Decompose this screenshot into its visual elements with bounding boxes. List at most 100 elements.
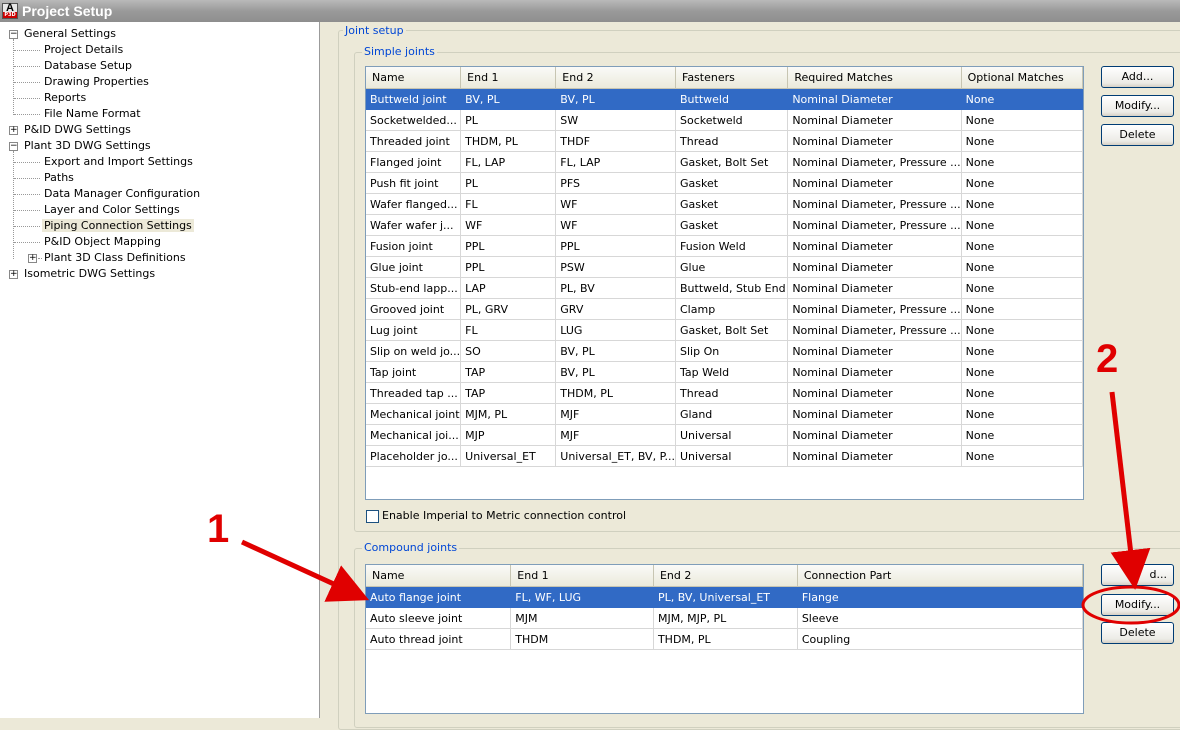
- simple_joints-cell: None: [961, 382, 1083, 404]
- compound-add-button[interactable]: d...: [1101, 564, 1174, 586]
- tree-item-label: File Name Format: [44, 107, 141, 120]
- simple_joints-cell: Gland: [675, 403, 789, 425]
- simple_joints-row[interactable]: Mechanical joi... MJP MJF Universal Nominal …: [366, 424, 1083, 446]
- compound_joints-row[interactable]: Auto sleeve joint MJM MJM, MJP, PL Sleeve: [366, 607, 1083, 629]
- tree-connector: [14, 82, 40, 83]
- tree-connector: [13, 151, 14, 259]
- tree-item-label: Plant 3D Class Definitions: [44, 251, 186, 264]
- compound_joints-row[interactable]: Auto thread joint THDM THDM, PL Coupling: [366, 628, 1083, 650]
- expand-icon[interactable]: +: [9, 270, 18, 279]
- simple_joints-cell: Wafer wafer j...: [366, 214, 462, 236]
- simple_joints-column-header[interactable]: End 2: [555, 67, 676, 89]
- compound_joints-column-header[interactable]: Connection Part: [797, 565, 1083, 587]
- tree-item[interactable]: Isometric DWG Settings: [22, 266, 157, 282]
- compound_joints-cell: THDM: [510, 628, 654, 650]
- simple-joints-table: Name End 1 End 2 Fasteners Required Matches O…: [366, 67, 1083, 467]
- simple_joints-row[interactable]: Wafer wafer j... WF WF Gasket Nominal Diamet…: [366, 214, 1083, 236]
- simple_joints-column-header[interactable]: Optional Matches: [961, 67, 1083, 89]
- simple_joints-cell: None: [961, 340, 1083, 362]
- simple_joints-row[interactable]: Grooved joint PL, GRV GRV Clamp Nominal Diam…: [366, 298, 1083, 320]
- compound_joints-cell: Coupling: [797, 628, 1083, 650]
- compound_joints-row[interactable]: Auto flange joint FL, WF, LUG PL, BV, Univ…: [366, 586, 1083, 608]
- tree-item[interactable]: Plant 3D Class Definitions: [42, 250, 188, 266]
- tree-item[interactable]: Layer and Color Settings: [42, 202, 182, 218]
- simple_joints-cell: SO: [460, 340, 557, 362]
- simple_joints-cell: Glue joint: [366, 256, 462, 278]
- tree-item[interactable]: General Settings: [22, 26, 118, 42]
- compound-modify-button[interactable]: Modify...: [1101, 594, 1174, 616]
- tree-connector: [13, 39, 14, 115]
- tree-item-label: Project Details: [44, 43, 124, 56]
- imperial-metric-checkbox[interactable]: [366, 510, 379, 523]
- tree-connector: [14, 114, 40, 115]
- simple_joints-row[interactable]: Socketwelded... PL SW Socketweld Nominal Dia…: [366, 109, 1083, 131]
- tree-item[interactable]: Project Details: [42, 42, 125, 58]
- simple_joints-cell: FL: [460, 319, 557, 341]
- compound_joints-cell: THDM, PL: [653, 628, 798, 650]
- simple_joints-cell: LAP: [460, 277, 557, 299]
- simple_joints-row[interactable]: Placeholder jo... Universal_ET Universal_E…: [366, 445, 1083, 467]
- compound_joints-column-header[interactable]: End 2: [653, 565, 798, 587]
- compound-delete-button[interactable]: Delete: [1101, 622, 1174, 644]
- simple_joints-cell: MJF: [555, 424, 676, 446]
- compound_joints-column-header[interactable]: End 1: [510, 565, 654, 587]
- collapse-icon[interactable]: −: [9, 30, 18, 39]
- tree-item[interactable]: Plant 3D DWG Settings: [22, 138, 153, 154]
- tree-item-label: Piping Connection Settings: [42, 219, 194, 232]
- simple_joints-row[interactable]: Threaded tap ... TAP THDM, PL Thread Nominal…: [366, 382, 1083, 404]
- simple_joints-row[interactable]: Fusion joint PPL PPL Fusion Weld Nominal Dia…: [366, 235, 1083, 257]
- simple_joints-cell: TAP: [460, 361, 557, 383]
- tree-connector: [14, 210, 40, 211]
- simple_joints-column-header[interactable]: End 1: [460, 67, 557, 89]
- simple_joints-row[interactable]: Flanged joint FL, LAP FL, LAP Gasket, Bolt …: [366, 151, 1083, 173]
- joint-setup-caption: Joint setup: [343, 24, 406, 37]
- simple-delete-button[interactable]: Delete: [1101, 124, 1174, 146]
- simple-joints-grid[interactable]: Name End 1 End 2 Fasteners Required Matches O…: [365, 66, 1084, 500]
- collapse-icon[interactable]: −: [9, 142, 18, 151]
- tree-item-label: Paths: [44, 171, 74, 184]
- simple_joints-row[interactable]: Threaded joint THDM, PL THDF Thread Nominal …: [366, 130, 1083, 152]
- tree-item[interactable]: Export and Import Settings: [42, 154, 195, 170]
- simple_joints-row[interactable]: Wafer flanged... FL WF Gasket Nominal Diamet…: [366, 193, 1083, 215]
- simple_joints-cell: Tap Weld: [675, 361, 789, 383]
- settings-tree[interactable]: General Settings − Project Details Database…: [0, 22, 320, 718]
- tree-item[interactable]: Drawing Properties: [42, 74, 151, 90]
- tree-item[interactable]: Database Setup: [42, 58, 134, 74]
- simple_joints-column-header[interactable]: Name: [366, 67, 462, 89]
- simple-add-button[interactable]: Add...: [1101, 66, 1174, 88]
- simple_joints-cell: None: [961, 88, 1083, 110]
- simple_joints-row[interactable]: Slip on weld jo... SO BV, PL Slip On Nominal…: [366, 340, 1083, 362]
- tree-item[interactable]: P&ID Object Mapping: [42, 234, 163, 250]
- title-bar[interactable]: A P3D Project Setup: [0, 0, 1180, 22]
- simple_joints-cell: SW: [555, 109, 676, 131]
- simple_joints-row[interactable]: Tap joint TAP BV, PL Tap Weld Nominal Diamet…: [366, 361, 1083, 383]
- tree-item[interactable]: Piping Connection Settings: [42, 218, 194, 234]
- simple_joints-row[interactable]: Push fit joint PL PFS Gasket Nominal Diamete…: [366, 172, 1083, 194]
- tree-item[interactable]: Data Manager Configuration: [42, 186, 202, 202]
- compound-joints-grid[interactable]: Name End 1 End 2 Connection Part Auto flang…: [365, 564, 1084, 714]
- simple_joints-row[interactable]: Lug joint FL LUG Gasket, Bolt Set Nominal Di…: [366, 319, 1083, 341]
- simple_joints-cell: None: [961, 319, 1083, 341]
- simple_joints-cell: Thread: [675, 382, 789, 404]
- annotation-number-1: 1: [207, 507, 230, 551]
- simple_joints-column-header[interactable]: Required Matches: [787, 67, 962, 89]
- simple_joints-column-header[interactable]: Fasteners: [675, 67, 789, 89]
- simple_joints-cell: Universal_ET, BV, P...: [555, 445, 676, 467]
- simple_joints-cell: None: [961, 193, 1083, 215]
- simple_joints-row[interactable]: Glue joint PPL PSW Glue Nominal Diameter None: [366, 256, 1083, 278]
- compound_joints-column-header[interactable]: Name: [366, 565, 512, 587]
- simple-modify-button[interactable]: Modify...: [1101, 95, 1174, 117]
- tree-item[interactable]: File Name Format: [42, 106, 143, 122]
- tree-item[interactable]: Paths: [42, 170, 76, 186]
- simple_joints-row[interactable]: Mechanical joint MJM, PL MJF Gland Nominal D…: [366, 403, 1083, 425]
- expand-icon[interactable]: +: [28, 254, 37, 263]
- simple_joints-cell: None: [961, 298, 1083, 320]
- tree-item[interactable]: Reports: [42, 90, 88, 106]
- tree-item[interactable]: P&ID DWG Settings: [22, 122, 133, 138]
- simple_joints-row[interactable]: Stub-end lapp... LAP PL, BV Buttweld, Stub …: [366, 277, 1083, 299]
- simple_joints-cell: Nominal Diameter: [787, 256, 962, 278]
- simple_joints-cell: Gasket, Bolt Set: [675, 319, 789, 341]
- expand-icon[interactable]: +: [9, 126, 18, 135]
- simple_joints-row[interactable]: Buttweld joint BV, PL BV, PL Buttweld Nomina…: [366, 88, 1083, 110]
- imperial-metric-label[interactable]: Enable Imperial to Metric connection con…: [382, 509, 626, 522]
